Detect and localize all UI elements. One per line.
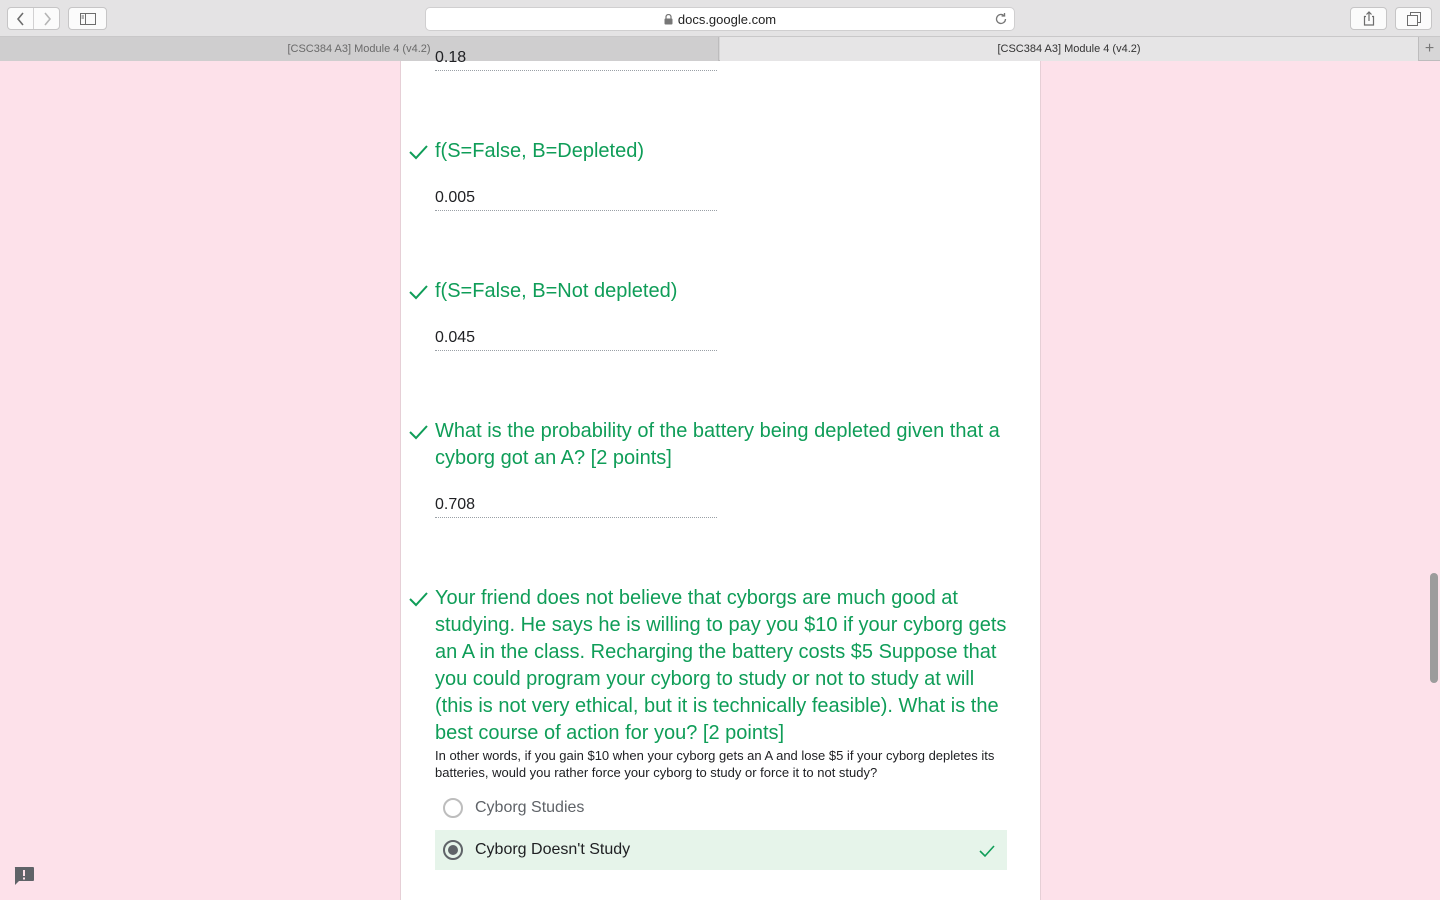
url-text: docs.google.com: [677, 11, 777, 27]
radio-option-cyborg-doesnt-study[interactable]: Cyborg Doesn't Study: [435, 830, 1007, 870]
lock-icon: [664, 13, 673, 24]
question-title: Your friend does not believe that cyborg…: [435, 587, 1007, 744]
option-label: Cyborg Studies: [475, 799, 585, 816]
tab-active[interactable]: [CSC384 A3] Module 4 (v4.2): [720, 37, 1418, 61]
sidebar-toggle-button[interactable]: [68, 7, 107, 30]
radio-option-cyborg-studies[interactable]: Cyborg Studies: [435, 788, 1007, 828]
answer-field: 0.708: [435, 496, 717, 518]
question-description: In other words, if you gain $10 when you…: [435, 748, 995, 780]
chevron-left-icon: [16, 11, 24, 26]
checkmark-icon: [409, 285, 428, 300]
chevron-right-icon: [43, 11, 51, 26]
form-card: 0.18 f(S=False, B=Depleted) 0.005 f(S=Fa…: [400, 49, 1041, 900]
radio-button[interactable]: [443, 798, 463, 818]
new-tab-button[interactable]: +: [1418, 37, 1440, 61]
share-icon: [1363, 11, 1374, 26]
question-title: What is the probability of the battery b…: [435, 420, 1000, 469]
tab-overview-button[interactable]: [1395, 7, 1432, 30]
answer-field: 0.045: [435, 329, 717, 351]
share-button[interactable]: [1350, 7, 1387, 30]
radio-button-selected[interactable]: [443, 840, 463, 860]
question-title: f(S=False, B=Not depleted): [435, 280, 678, 302]
sidebar-icon: [79, 12, 96, 25]
forward-button[interactable]: [33, 8, 59, 29]
answer-field: 0.18: [435, 49, 717, 71]
checkmark-icon: [409, 145, 428, 160]
report-feedback-icon[interactable]: [13, 866, 35, 886]
option-label: Cyborg Doesn't Study: [475, 841, 631, 858]
checkmark-icon: [979, 845, 995, 858]
previous-answer-clip: 0.18: [435, 41, 717, 72]
plus-icon: +: [1424, 40, 1435, 57]
question-title: f(S=False, B=Depleted): [435, 140, 644, 162]
browser-toolbar: docs.google.com: [0, 0, 1440, 37]
checkmark-icon: [409, 592, 428, 607]
reload-icon[interactable]: [994, 12, 1008, 26]
back-button[interactable]: [8, 8, 33, 29]
tab-label: [CSC384 A3] Module 4 (v4.2): [287, 43, 431, 55]
tab-bar: [CSC384 A3] Module 4 (v4.2) [CSC384 A3] …: [0, 37, 1440, 61]
tab-label: [CSC384 A3] Module 4 (v4.2): [997, 43, 1141, 55]
address-bar[interactable]: docs.google.com: [425, 7, 1015, 31]
scrollbar-thumb[interactable]: [1430, 573, 1438, 683]
navigation-buttons: [7, 7, 60, 30]
checkmark-icon: [409, 425, 428, 440]
tabs-icon: [1406, 11, 1421, 26]
answer-field: 0.005: [435, 189, 717, 211]
